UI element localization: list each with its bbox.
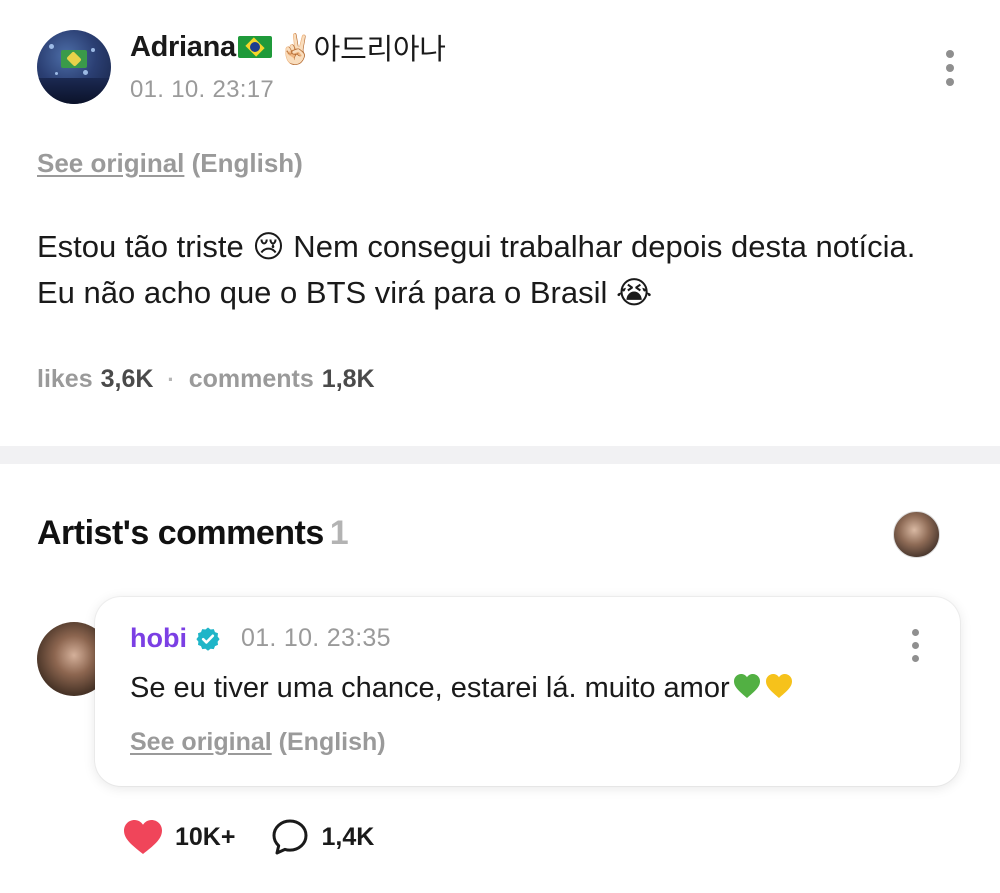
comment-timestamp: 01. 10. 23:35: [240, 624, 391, 652]
post-more-button[interactable]: [946, 50, 954, 86]
reply-count: 1,4K: [321, 822, 375, 851]
verified-badge-icon: [196, 627, 220, 651]
kebab-icon: [946, 50, 954, 58]
artist-comments-title: Artist's comments 1: [37, 514, 349, 553]
post-translate-row: See original (English): [37, 148, 303, 179]
author-name-text: Adriana: [130, 30, 236, 63]
comment-more-button[interactable]: [911, 629, 919, 662]
yellow-heart-icon: [765, 674, 792, 698]
comment-translate-language: (English): [278, 728, 386, 756]
author-name[interactable]: Adriana ✌🏻아드리아나: [130, 26, 446, 68]
comment-translate-row: See original (English): [130, 728, 386, 757]
comment-header: hobi 01. 10. 23:35: [130, 623, 391, 654]
post-stats: likes 3,6K · comments 1,8K: [37, 365, 375, 394]
kebab-icon: [911, 629, 919, 636]
artist-comments-count: 1: [329, 514, 349, 552]
stats-separator: ·: [167, 366, 175, 392]
post-body: Estou tão triste 😢 Nem consegui trabalha…: [37, 229, 916, 310]
comments-label[interactable]: comments: [189, 365, 314, 394]
translate-language: (English): [191, 148, 303, 178]
artist-comments-title-text: Artist's comments: [37, 514, 324, 552]
see-original-link[interactable]: See original: [37, 148, 184, 178]
post-timestamp: 01. 10. 23:17: [130, 76, 275, 103]
artist-name[interactable]: hobi: [130, 623, 187, 654]
comment-text: Se eu tiver uma chance, estarei lá. muit…: [130, 672, 730, 704]
heart-icon: [124, 820, 162, 854]
artist-comment-card[interactable]: hobi 01. 10. 23:35 Se eu tiver uma chanc…: [95, 597, 960, 786]
reply-button[interactable]: 1,4K: [271, 818, 374, 856]
author-info: Adriana ✌🏻아드리아나 01. 10. 23:17: [130, 26, 446, 104]
like-count: 10K+: [175, 822, 236, 851]
comment-see-original-link[interactable]: See original: [130, 728, 272, 756]
like-button[interactable]: 10K+: [123, 818, 235, 856]
comments-count[interactable]: 1,8K: [322, 365, 375, 394]
comment-body: Se eu tiver uma chance, estarei lá. muit…: [130, 671, 794, 705]
section-divider: [0, 446, 1000, 464]
green-heart-icon: [733, 674, 760, 698]
brazil-flag-icon: [237, 36, 272, 58]
author-avatar[interactable]: [37, 30, 111, 104]
post-header: Adriana ✌🏻아드리아나 01. 10. 23:17: [37, 30, 446, 104]
comment-actions: 10K+ 1,4K: [123, 818, 374, 856]
likes-label[interactable]: likes: [37, 365, 93, 394]
author-name-suffix: ✌🏻아드리아나: [277, 34, 446, 66]
likes-count[interactable]: 3,6K: [101, 365, 154, 394]
artist-avatar-small[interactable]: [893, 511, 940, 558]
speech-bubble-icon: [272, 819, 308, 855]
